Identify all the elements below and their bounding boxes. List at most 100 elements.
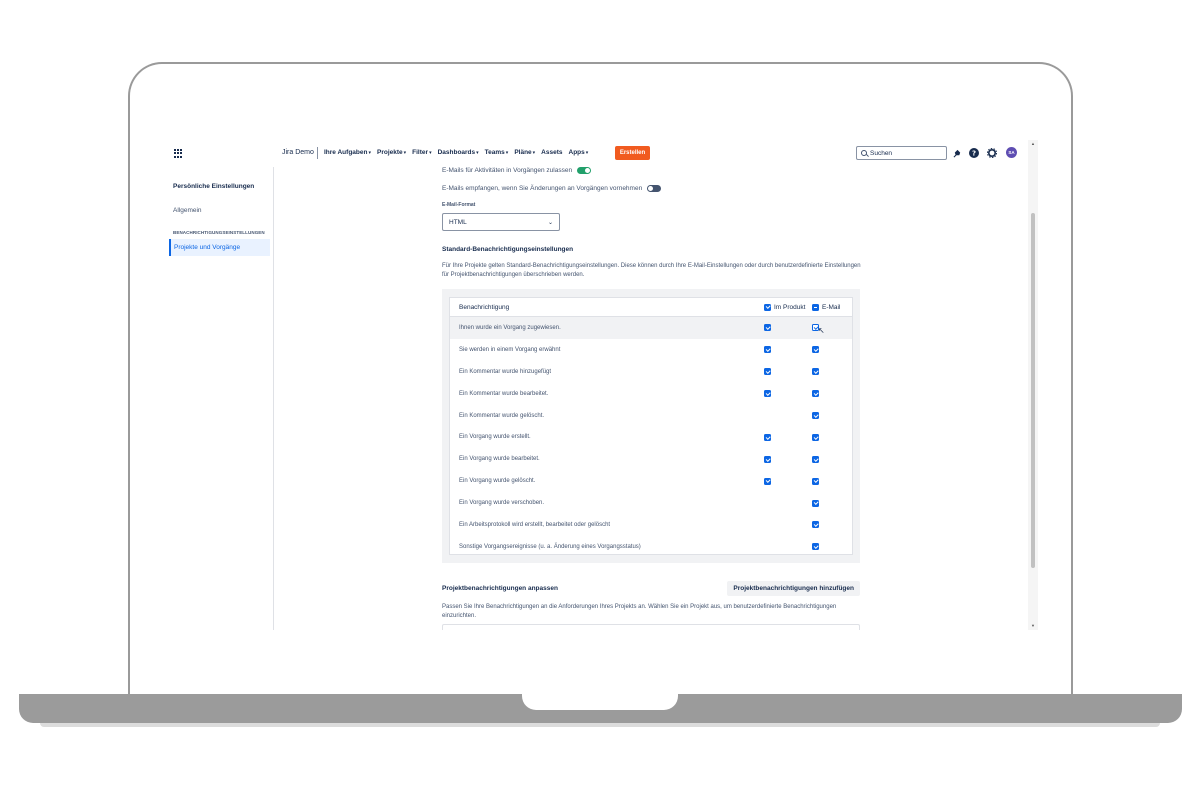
- notification-table: Benachrichtigung Im Produkt E-Mail Ihnen…: [449, 297, 853, 555]
- nav-item-label: Dashboards: [437, 149, 476, 156]
- table-row: Ein Vorgang wurde erstellt.: [450, 426, 852, 448]
- email-checkbox[interactable]: [812, 455, 819, 463]
- column-header-product[interactable]: Im Produkt: [764, 303, 806, 311]
- default-settings-title: Standard-Benachrichtigungseinstellungen: [442, 246, 574, 253]
- sidebar-item-projects-issues[interactable]: Projekte und Vorgänge: [169, 239, 270, 256]
- nav-item-pläne[interactable]: Pläne▾: [514, 149, 535, 156]
- table-row: Ein Kommentar wurde hinzugefügt: [450, 361, 852, 383]
- table-row: Ein Vorgang wurde bearbeitet.: [450, 448, 852, 470]
- nav-item-apps[interactable]: Apps▾: [569, 149, 589, 156]
- notification-label: Ein Kommentar wurde gelöscht.: [459, 412, 545, 419]
- email-checkbox[interactable]: [812, 543, 819, 551]
- email-checkbox[interactable]: [812, 433, 819, 441]
- project-settings-description: Passen Sie Ihre Benachrichtigungen an di…: [442, 604, 837, 619]
- notification-label: Sie werden in einem Vorgang erwähnt: [459, 346, 561, 353]
- email-format-select[interactable]: HTML ⌄: [442, 213, 560, 231]
- product-checkbox[interactable]: [764, 390, 771, 398]
- notification-label: Ein Kommentar wurde bearbeitet.: [459, 390, 549, 397]
- product-checkbox[interactable]: [764, 433, 771, 441]
- own-changes-setting: E-Mails empfangen, wenn Sie Änderungen a…: [442, 185, 662, 192]
- email-checkbox[interactable]: [812, 521, 819, 529]
- create-button[interactable]: Erstellen: [615, 146, 650, 160]
- scroll-up-arrow-icon[interactable]: ▲: [1031, 141, 1035, 146]
- chevron-down-icon: ▾: [368, 150, 371, 156]
- table-row: Sie werden in einem Vorgang erwähnt: [450, 339, 852, 361]
- column-header-notification: Benachrichtigung: [459, 303, 510, 311]
- column-header-product-label: Im Produkt: [774, 303, 806, 311]
- product-name[interactable]: Jira Demo: [282, 149, 314, 156]
- nav-item-teams[interactable]: Teams▾: [485, 149, 509, 156]
- nav-item-projekte[interactable]: Projekte▾: [377, 149, 406, 156]
- own-changes-toggle[interactable]: [647, 185, 662, 192]
- page-scrollbar[interactable]: ▲ ▼: [1028, 140, 1038, 630]
- user-avatar[interactable]: SA: [1006, 147, 1017, 158]
- top-navigation: Jira Demo Ihre Aufgaben▾ Projekte▾ Filter▾…: [163, 140, 1028, 167]
- nav-menu: Ihre Aufgaben▾ Projekte▾ Filter▾ Dashboards…: [324, 149, 588, 156]
- email-checkbox[interactable]: [812, 477, 819, 485]
- select-all-product-checkbox[interactable]: [764, 303, 771, 311]
- table-row: Ein Vorgang wurde verschoben.: [450, 492, 852, 514]
- nav-item-filter[interactable]: Filter▾: [412, 149, 431, 156]
- sidebar-item-general[interactable]: Allgemein: [173, 207, 202, 214]
- notification-label: Sonstige Vorgangsereignisse (u. a. Änder…: [459, 543, 641, 550]
- table-row: Ein Arbeitsprotokoll wird erstellt, bear…: [450, 514, 852, 536]
- notifications-icon[interactable]: [952, 148, 962, 158]
- add-project-notifications-button[interactable]: Projektbenachrichtigungen hinzufügen: [727, 580, 860, 596]
- chevron-down-icon: ▾: [429, 150, 432, 156]
- product-checkbox[interactable]: [764, 346, 771, 354]
- sidebar-title: Persönliche Einstellungen: [173, 183, 255, 190]
- notification-label: Ein Vorgang wurde gelöscht.: [459, 478, 536, 485]
- chevron-down-icon: ▾: [476, 150, 479, 156]
- table-row: Sonstige Vorgangsereignisse (u. a. Änder…: [450, 536, 852, 558]
- email-format-label: E-Mail-Format: [442, 202, 476, 208]
- email-checkbox[interactable]: [812, 499, 819, 507]
- table-header: Benachrichtigung Im Produkt E-Mail: [450, 298, 852, 317]
- nav-separator: [317, 147, 318, 159]
- help-icon[interactable]: ?: [969, 148, 979, 158]
- search-input[interactable]: Suchen: [856, 146, 947, 160]
- email-checkbox[interactable]: [812, 390, 819, 398]
- own-changes-label: E-Mails empfangen, wenn Sie Änderungen a…: [442, 185, 643, 192]
- notification-table-container: Benachrichtigung Im Produkt E-Mail Ihnen…: [442, 289, 860, 563]
- product-checkbox[interactable]: [764, 477, 771, 485]
- notification-label: Ein Vorgang wurde erstellt.: [459, 434, 531, 441]
- scroll-down-arrow-icon[interactable]: ▼: [1031, 623, 1035, 628]
- product-checkbox[interactable]: [764, 368, 771, 376]
- notification-label: Ein Arbeitsprotokoll wird erstellt, bear…: [459, 521, 611, 528]
- project-select-field[interactable]: [442, 624, 860, 630]
- table-row: Ein Kommentar wurde bearbeitet.: [450, 383, 852, 405]
- search-placeholder: Suchen: [870, 149, 893, 157]
- email-activity-toggle[interactable]: [577, 167, 592, 174]
- select-all-email-checkbox[interactable]: [812, 303, 819, 311]
- nav-item-ihre-aufgaben[interactable]: Ihre Aufgaben▾: [324, 149, 371, 156]
- project-settings-title: Projektbenachrichtigungen anpassen: [442, 584, 558, 592]
- default-settings-description: Für Ihre Projekte gelten Standard-Benach…: [442, 263, 861, 278]
- nav-item-label: Pläne: [514, 149, 532, 156]
- nav-item-label: Projekte: [376, 149, 403, 156]
- email-format-value: HTML: [449, 218, 467, 226]
- email-activity-setting: E-Mails für Aktivitäten in Vorgängen zul…: [442, 167, 592, 174]
- email-checkbox[interactable]: [812, 412, 819, 419]
- email-checkbox[interactable]: [812, 368, 819, 376]
- table-row: Ihnen wurde ein Vorgang zugewiesen. ↖: [450, 317, 852, 339]
- product-checkbox[interactable]: [764, 455, 771, 463]
- sidebar-section-heading: BENACHRICHTIGUNGSEINSTELLUNGEN: [173, 230, 265, 235]
- laptop-base-shadow: [40, 723, 1160, 727]
- mouse-cursor-icon: ↖: [818, 326, 825, 335]
- email-checkbox[interactable]: [812, 346, 819, 354]
- chevron-down-icon: ▾: [585, 150, 589, 156]
- nav-item-assets[interactable]: Assets: [541, 149, 562, 156]
- notification-label: Ein Vorgang wurde bearbeitet.: [459, 456, 540, 463]
- table-body: Ihnen wurde ein Vorgang zugewiesen. ↖ Sie …: [450, 317, 852, 558]
- column-header-email[interactable]: E-Mail: [812, 303, 841, 311]
- column-header-email-label: E-Mail: [822, 303, 841, 311]
- settings-gear-icon[interactable]: [987, 148, 997, 158]
- product-checkbox[interactable]: [764, 324, 771, 332]
- chevron-down-icon: ▾: [505, 150, 509, 156]
- app-switcher-icon[interactable]: [174, 149, 183, 158]
- nav-item-dashboards[interactable]: Dashboards▾: [438, 149, 479, 156]
- nav-item-label: Apps: [568, 149, 585, 156]
- laptop-notch: [522, 694, 678, 710]
- main-content: E-Mails für Aktivitäten in Vorgängen zul…: [274, 167, 1028, 630]
- scroll-thumb[interactable]: [1031, 213, 1035, 568]
